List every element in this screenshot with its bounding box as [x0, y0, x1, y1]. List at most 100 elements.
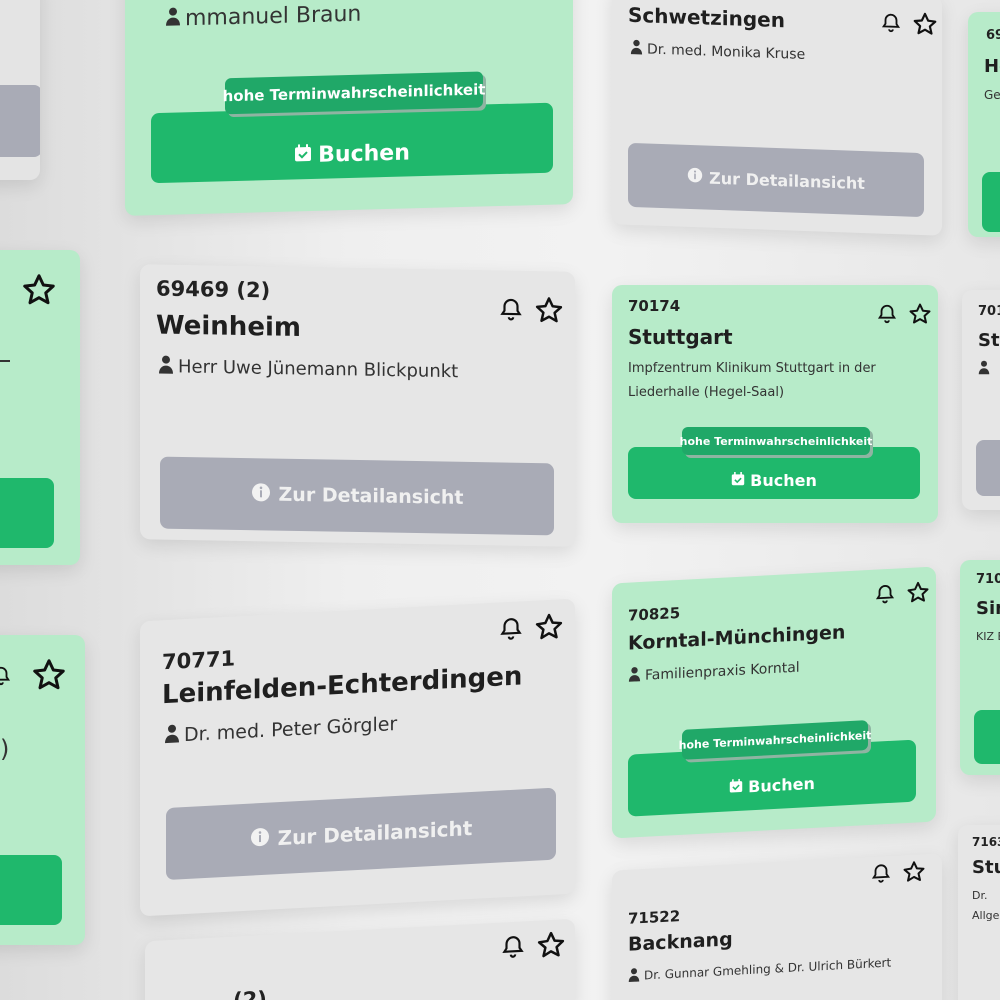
book-button-left-low[interactable] [0, 855, 62, 925]
calendar-check-icon [294, 142, 312, 167]
card-right-mid: 701 Stu [962, 290, 1000, 510]
zip-code: 7106 [976, 572, 1000, 587]
bell-icon[interactable] [874, 581, 896, 612]
book-button[interactable]: Buchen [151, 102, 553, 184]
person-icon [158, 355, 174, 380]
probability-badge: hohe Terminwahrscheinlichkeit [222, 71, 486, 115]
city-name: Stu [978, 330, 1000, 351]
star-icon[interactable] [30, 657, 68, 697]
bell-icon[interactable] [498, 613, 524, 648]
person-icon [978, 360, 990, 379]
card-bottom-left: (2) [145, 918, 575, 1000]
book-button-right-top[interactable] [982, 172, 1000, 232]
card-actions [498, 294, 564, 329]
probability-badge: hohe Terminwahrscheinlichkeit [679, 427, 873, 455]
star-icon[interactable] [536, 929, 566, 965]
star-icon[interactable] [902, 859, 926, 888]
card-actions [498, 611, 564, 648]
doctor-name-text: Dr. med. Peter Görgler [184, 712, 398, 747]
card-stuttgart: 70174 Stuttgart Impfzentrum Klinikum Stu… [612, 285, 938, 523]
detail-label: Zur Detailansicht [278, 483, 464, 509]
doctor-name-text: Dr. Gunnar Gmehling & Dr. Ulrich Bürkert [644, 955, 892, 983]
person-icon [165, 6, 181, 32]
book-button-left-mid[interactable] [0, 478, 54, 548]
badge-text: hohe Terminwahrscheinlichkeit [222, 80, 486, 106]
doctor-name-text: mmanuel Braun [185, 1, 362, 32]
doctor-specialty: Allge [972, 909, 1000, 922]
card-schwetzingen: Schwetzingen Dr. med. Monika Kruse Zur D… [612, 0, 942, 236]
bell-icon[interactable] [500, 931, 526, 966]
bell-icon[interactable] [870, 860, 892, 891]
doctor-name: Dr. med. Monika Kruse [630, 39, 805, 65]
star-icon[interactable] [908, 302, 932, 330]
book-label: Buchen [748, 773, 815, 796]
card-backnang: 71522 Backnang Dr. Gunnar Gmehling & Dr.… [612, 853, 942, 1000]
card-weinheim: 69469 (2) Weinheim Herr Uwe Jünemann Bli… [140, 264, 575, 547]
doctor-name: Dr. med. Peter Görgler [164, 712, 397, 749]
detail-label: Zur Detailansicht [277, 815, 473, 851]
calendar-check-icon [731, 471, 745, 490]
detail-button[interactable]: Zur Detailansicht [628, 142, 924, 218]
zip-code: 69469 (2) [156, 276, 271, 303]
zip-code: 701 [978, 304, 1000, 319]
zip-code: 71522 [628, 907, 681, 928]
doctor-name-text: Herr Uwe Jünemann Blickpunkt [178, 356, 459, 383]
info-icon [250, 826, 270, 852]
card-actions [500, 929, 566, 966]
detail-label: Zur Detailansicht [709, 168, 865, 193]
card-right-bottom: 7163- Stu Dr. Allge [958, 825, 1000, 1000]
dash-mark [0, 360, 10, 362]
bell-icon[interactable] [880, 10, 902, 41]
star-icon[interactable] [906, 580, 930, 609]
person-icon [628, 967, 640, 986]
detail-button-left-top[interactable] [0, 85, 40, 157]
person-icon [628, 666, 641, 687]
star-icon[interactable] [912, 11, 938, 42]
city-name: Korntal-Münchingen [628, 621, 846, 655]
city-name: Weinheim [156, 310, 301, 344]
doctor-name: Familienpraxis Korntal [628, 658, 800, 687]
doctor-name-text: Dr. med. Monika Kruse [647, 41, 806, 63]
bell-icon[interactable] [876, 301, 898, 331]
card-left-top [0, 0, 40, 180]
card-right-top: 69 He Ge [968, 12, 1000, 237]
bell-icon[interactable] [498, 294, 524, 328]
info-icon [251, 482, 271, 507]
doctor-name: Dr. [972, 889, 988, 902]
doctor-name-line2: Liederhalle (Hegel-Saal) [628, 385, 785, 400]
detail-button-right-mid[interactable] [976, 440, 1000, 496]
city-name: Backnang [628, 928, 733, 956]
calendar-check-icon [729, 777, 743, 797]
city-name: Stuttgart [628, 325, 733, 349]
detail-button[interactable]: Zur Detailansicht [160, 456, 554, 536]
card-leinfelden: 70771 Leinfelden-Echterdingen Dr. med. P… [140, 598, 575, 917]
doctor-name: Herr Uwe Jünemann Blickpunkt [158, 355, 458, 385]
star-icon[interactable] [534, 295, 564, 330]
book-button-right-low[interactable] [974, 710, 1000, 764]
book-label: Buchen [750, 470, 817, 490]
person-icon [630, 39, 643, 59]
star-icon[interactable] [20, 272, 58, 312]
zip-code: 7163- [972, 835, 1000, 849]
person-icon [164, 723, 180, 749]
card-actions [880, 10, 938, 42]
doctor-name-text: Familienpraxis Korntal [645, 659, 800, 684]
zip-code: 70825 [628, 603, 681, 625]
card-actions [876, 301, 932, 331]
city-name: He [984, 56, 1000, 77]
card-actions [870, 858, 926, 891]
zip-code: 70174 [628, 297, 681, 315]
card-left-mid [0, 250, 80, 565]
zip-code: 70771 [162, 646, 236, 675]
bell-icon[interactable] [0, 661, 12, 695]
card-korntal: 70825 Korntal-Münchingen Familienpraxis … [612, 566, 936, 839]
detail-button[interactable]: Zur Detailansicht [166, 787, 556, 881]
screen: ) mmanuel Braun Buchen hohe Terminwahrsc… [0, 0, 1000, 1000]
card-left-low: ) [0, 635, 85, 945]
doctor-name: mmanuel Braun [165, 2, 361, 33]
card-actions [874, 579, 930, 612]
zip-code: (2) [233, 986, 267, 1000]
city-name: Schwetzingen [628, 2, 785, 33]
star-icon[interactable] [534, 611, 564, 647]
badge-text: hohe Terminwahrscheinlichkeit [679, 434, 873, 448]
